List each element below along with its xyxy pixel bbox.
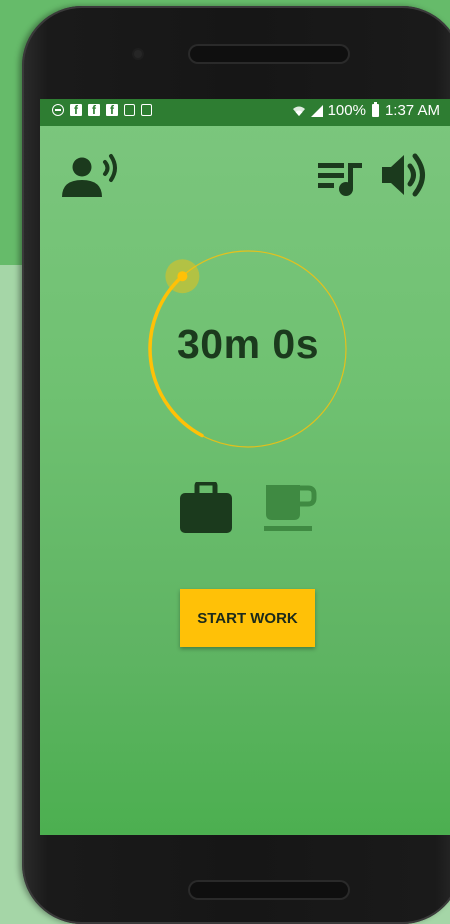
facebook-notification-icon <box>106 103 118 117</box>
timer-display: 30m 0s <box>176 321 320 367</box>
briefcase-icon[interactable] <box>178 482 234 534</box>
notification-icons <box>52 103 152 117</box>
wifi-icon <box>292 106 305 116</box>
battery-percent: 100% <box>327 102 366 119</box>
clock: 1:37 AM <box>384 102 440 119</box>
screenshot-notification-icon <box>124 104 135 116</box>
document-notification-icon <box>141 104 152 116</box>
earpiece-speaker <box>190 46 348 62</box>
system-status: 100% 1:37 AM <box>292 102 440 119</box>
dial-handle[interactable] <box>177 271 188 282</box>
do-not-disturb-icon <box>52 104 64 116</box>
bottom-speaker <box>190 882 348 898</box>
start-work-button[interactable]: START WORK <box>180 589 315 647</box>
volume-up-icon[interactable] <box>378 151 434 199</box>
facebook-notification-icon <box>70 103 82 117</box>
toolbar <box>40 151 450 201</box>
person-speaking-icon[interactable] <box>60 153 122 199</box>
mode-selector <box>40 479 450 539</box>
app-screen: 100% 1:37 AM 30m 0s <box>40 99 450 835</box>
cell-signal-icon <box>310 104 323 117</box>
status-bar: 100% 1:37 AM <box>40 99 450 126</box>
battery-icon <box>371 102 379 117</box>
facebook-notification-icon <box>88 103 100 117</box>
playlist-music-icon[interactable] <box>316 157 366 197</box>
front-camera <box>134 50 142 58</box>
coffee-cup-icon[interactable] <box>262 484 320 534</box>
